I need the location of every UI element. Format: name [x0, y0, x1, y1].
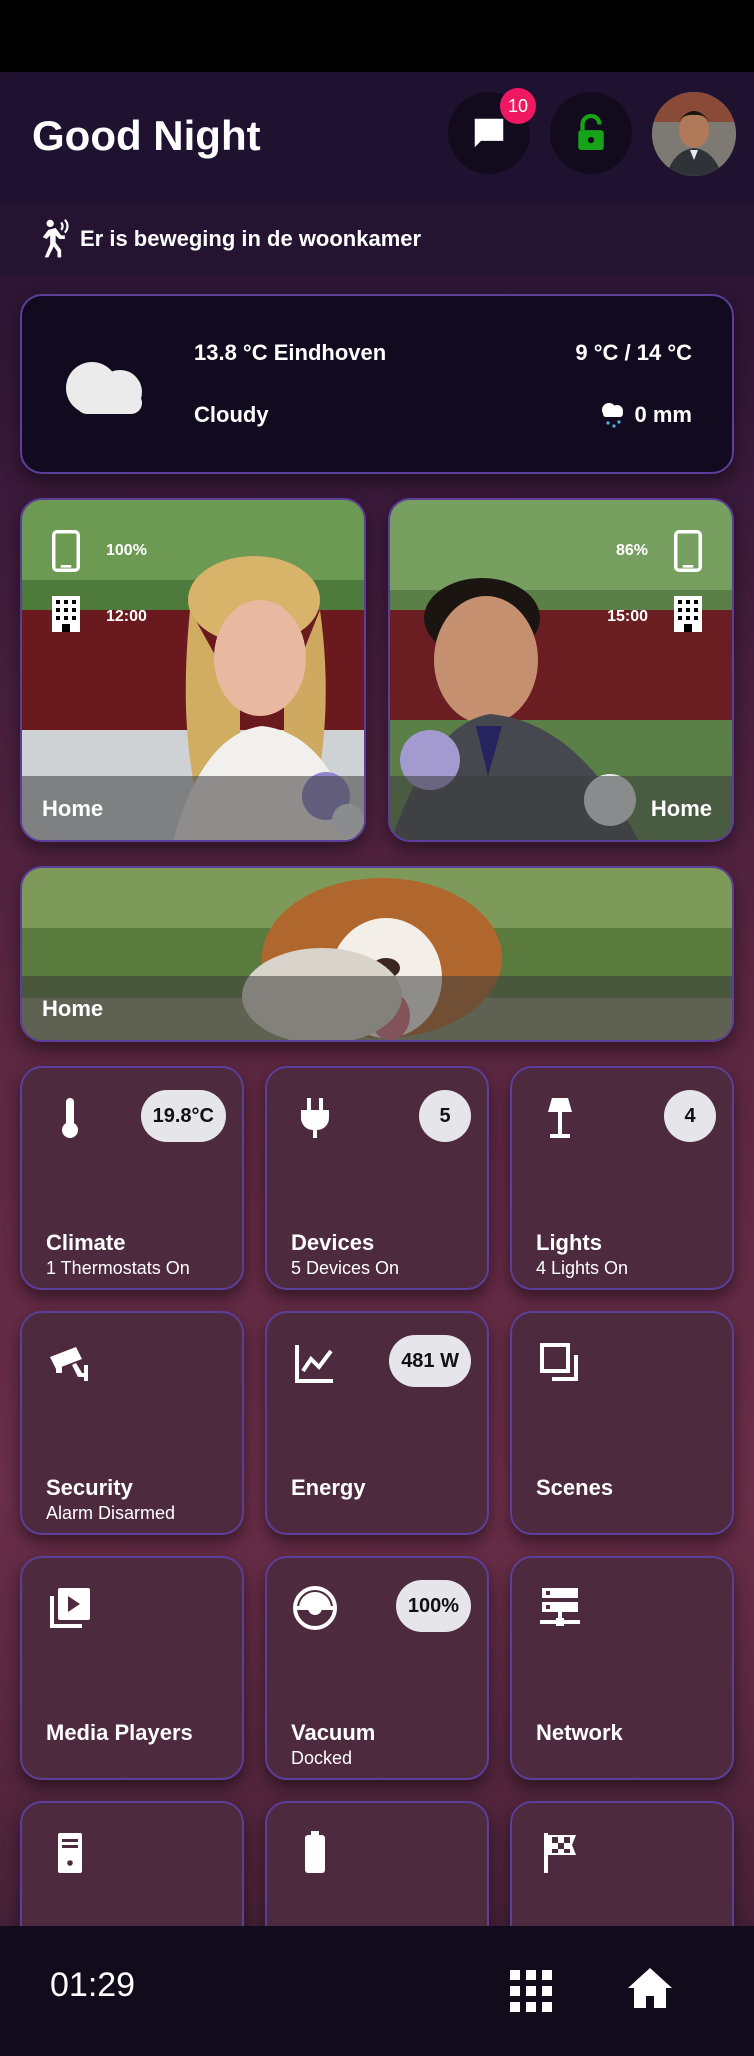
tile-name: Climate: [46, 1230, 126, 1255]
tile-status: 5 Devices On: [291, 1258, 400, 1278]
tile-status: 4 Lights On: [536, 1258, 629, 1278]
phone-icon: [674, 530, 702, 572]
avatar[interactable]: [652, 92, 736, 176]
weather-range: 9 °C / 14 °C: [575, 340, 692, 365]
status-badge: 5: [419, 1090, 471, 1142]
time-value: 15:00: [607, 608, 648, 625]
plug-icon: [301, 1098, 329, 1138]
thermometer-icon: [62, 1098, 78, 1138]
weather-card[interactable]: 13.8 °C Eindhoven Cloudy 9 °C / 14 °C 0 …: [20, 294, 734, 474]
tile-energy[interactable]: 481 W Energy: [265, 1311, 489, 1535]
tile-name: Vacuum: [291, 1720, 376, 1745]
weather-temp-location: 13.8 °C Eindhoven: [194, 340, 387, 365]
person-location-2: Home: [650, 796, 712, 821]
status-badge: 19.8°C: [140, 1090, 226, 1142]
status-badge: 4: [664, 1090, 716, 1142]
tile-name: Devices: [291, 1230, 375, 1255]
cctv-icon: [50, 1347, 88, 1381]
tile-network[interactable]: Network: [510, 1556, 734, 1780]
motion-text: Er is beweging in de woonkamer: [80, 226, 422, 251]
person-location-1: Home: [42, 796, 104, 821]
rain-icon: [602, 403, 623, 428]
time-value: 12:00: [106, 608, 147, 625]
checkered-flag-icon: [544, 1833, 576, 1873]
motion-alert[interactable]: Er is beweging in de woonkamer: [0, 204, 754, 274]
header: Good Night 10: [0, 72, 754, 204]
bottom-bar: 01:29: [0, 1926, 754, 2056]
tile-status: 1 Thermostats On: [46, 1258, 190, 1278]
tile-name: Lights: [536, 1230, 602, 1255]
caption-bar: [22, 976, 732, 1040]
status-badge: 100%: [395, 1580, 471, 1632]
scenes-icon: [540, 1343, 578, 1381]
computer-tower-icon: [58, 1833, 82, 1873]
tile-security[interactable]: Security Alarm Disarmed: [20, 1311, 244, 1535]
tile-name: Network: [536, 1720, 623, 1745]
lock-icon: [578, 113, 604, 150]
page-title: Good Night: [32, 112, 261, 159]
robot-vacuum-icon: [293, 1586, 337, 1630]
tile-climate[interactable]: 19.8°C Climate 1 Thermostats On: [20, 1066, 244, 1290]
tile-name: Energy: [291, 1475, 366, 1500]
weather-condition: Cloudy: [194, 402, 269, 427]
status-bar: [0, 0, 754, 72]
tile-name: Security: [46, 1475, 133, 1500]
pet-card[interactable]: Home: [20, 866, 734, 1042]
weather-precip: 0 mm: [634, 402, 692, 427]
cloud-icon: [66, 362, 142, 414]
person-card-2[interactable]: 86% 15:00 Home: [388, 498, 734, 842]
message-icon: [474, 118, 504, 148]
tile-media-players[interactable]: Media Players: [20, 1556, 244, 1780]
office-building-icon: [52, 596, 80, 632]
motion-sensor-icon: [42, 218, 69, 258]
server-network-icon: [540, 1588, 580, 1626]
battery-icon: [305, 1831, 325, 1873]
pet-location: Home: [42, 996, 104, 1021]
tile-devices[interactable]: 5 Devices 5 Devices On: [265, 1066, 489, 1290]
status-badge: 481 W: [389, 1335, 471, 1387]
lamp-icon: [548, 1098, 572, 1138]
tile-scenes[interactable]: Scenes: [510, 1311, 734, 1535]
person-card-1[interactable]: 100% 12:00 Home: [20, 498, 366, 842]
play-box-icon: [50, 1588, 90, 1628]
battery-value: 100%: [106, 542, 147, 559]
home-icon[interactable]: [626, 1966, 674, 2010]
tile-status: Docked: [291, 1748, 353, 1768]
tile-name: Scenes: [536, 1475, 614, 1500]
tile-name: Media Players: [46, 1720, 193, 1745]
notifications-button[interactable]: 10: [448, 88, 536, 174]
tile-status: Alarm Disarmed: [46, 1503, 176, 1523]
tile-vacuum[interactable]: 100% Vacuum Docked: [265, 1556, 489, 1780]
lock-button[interactable]: [550, 92, 632, 174]
phone-icon: [52, 530, 80, 572]
chart-line-icon: [295, 1345, 333, 1383]
tile-lights[interactable]: 4 Lights 4 Lights On: [510, 1066, 734, 1290]
office-building-icon: [674, 596, 702, 632]
notification-badge: 10: [500, 88, 536, 124]
clock: 01:29: [50, 1966, 136, 2004]
battery-value: 86%: [615, 542, 648, 559]
apps-grid-icon[interactable]: [510, 1970, 552, 2012]
